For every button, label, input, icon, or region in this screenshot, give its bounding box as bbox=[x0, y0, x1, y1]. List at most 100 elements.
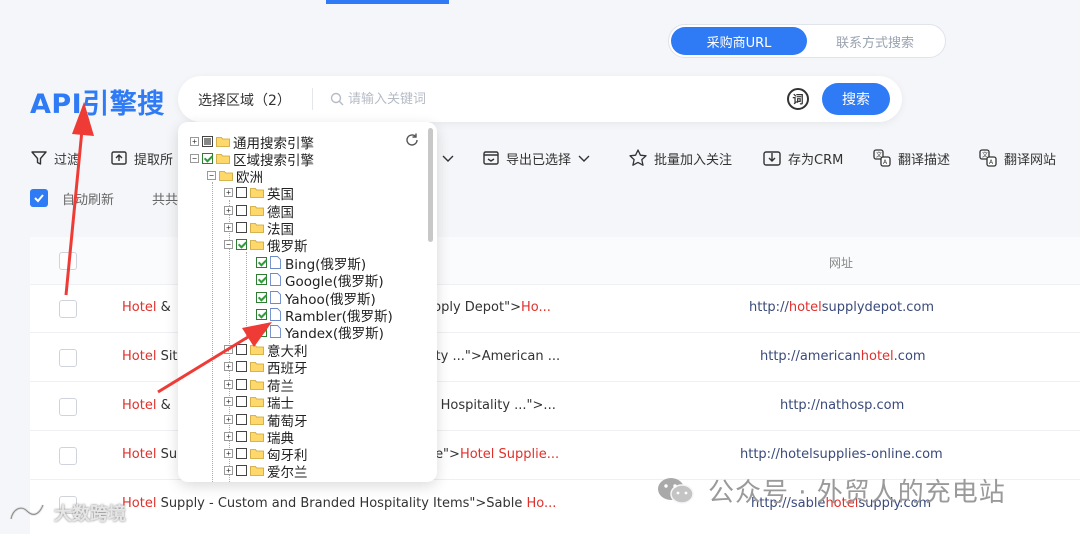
tree-node-country[interactable]: + 西班牙 bbox=[224, 358, 308, 377]
translate-description-button[interactable]: 文A 翻译描述 bbox=[872, 146, 950, 170]
tree-checkbox[interactable] bbox=[236, 187, 247, 198]
expand-icon[interactable]: + bbox=[224, 345, 233, 354]
url-cell[interactable]: http://nathosp.com bbox=[780, 398, 904, 413]
tree-checkbox[interactable] bbox=[236, 222, 247, 233]
page-icon bbox=[270, 308, 281, 321]
tree-node-regional[interactable]: − 区域搜索引擎 bbox=[190, 150, 314, 169]
extract-button[interactable]: 提取所 bbox=[110, 146, 173, 170]
top-tab-indicator bbox=[0, 0, 1080, 4]
search-button[interactable]: 搜索 bbox=[822, 83, 890, 115]
tree-checkbox[interactable] bbox=[236, 379, 247, 390]
tree-checkbox[interactable] bbox=[236, 414, 247, 425]
auto-refresh-checkbox[interactable] bbox=[30, 189, 48, 207]
tree-checkbox[interactable] bbox=[236, 431, 247, 442]
export-selected-button[interactable]: 导出已选择 bbox=[482, 146, 597, 170]
title-cell[interactable]: Hotel Supply - Custom and Branded Hospit… bbox=[122, 496, 556, 511]
batch-follow-button[interactable]: 批量加入关注 bbox=[628, 146, 732, 170]
region-select-button[interactable]: 选择区域（2） bbox=[198, 90, 291, 110]
tree-checkbox[interactable] bbox=[256, 309, 267, 320]
tree-checkbox[interactable] bbox=[236, 205, 247, 216]
tree-node-country[interactable]: + 瑞士 bbox=[224, 393, 294, 412]
folder-icon bbox=[216, 154, 230, 164]
tree-scrollbar[interactable] bbox=[428, 128, 433, 242]
expand-icon[interactable]: + bbox=[224, 466, 233, 475]
tree-node-general[interactable]: + 通用搜索引擎 bbox=[190, 133, 314, 152]
dropdown-chevron[interactable] bbox=[441, 146, 461, 170]
translate-website-button[interactable]: 文A 翻译网站 bbox=[978, 146, 1056, 170]
expand-icon[interactable]: + bbox=[190, 137, 199, 146]
options-row: 自动刷新 共共 bbox=[30, 188, 178, 208]
tree-node-country[interactable]: + 意大利 bbox=[224, 341, 308, 360]
search-mode-toggle[interactable]: 采购商URL 联系方式搜索 bbox=[668, 24, 946, 58]
collapse-icon[interactable]: − bbox=[190, 154, 199, 163]
tree-checkbox[interactable] bbox=[236, 448, 247, 459]
brand-logo-icon bbox=[9, 504, 45, 520]
tree-node-country[interactable]: + 法国 bbox=[224, 219, 294, 238]
total-count-label: 共共 bbox=[152, 192, 179, 208]
tree-connector bbox=[246, 252, 247, 340]
expand-icon[interactable]: + bbox=[224, 449, 233, 458]
tree-node-engine[interactable]: Bing(俄罗斯) bbox=[256, 254, 366, 273]
filter-button[interactable]: 过滤 bbox=[30, 146, 80, 170]
save-crm-button[interactable]: 存为CRM bbox=[762, 146, 843, 170]
tree-node-country[interactable]: + 爱尔兰 bbox=[224, 462, 308, 481]
tree-node-engine[interactable]: Rambler(俄罗斯) bbox=[256, 306, 393, 325]
folder-icon bbox=[250, 240, 264, 250]
expand-icon[interactable]: + bbox=[224, 223, 233, 232]
search-input[interactable] bbox=[348, 88, 768, 110]
extract-label: 提取所 bbox=[134, 152, 174, 168]
tree-node-country[interactable]: + 荷兰 bbox=[224, 376, 294, 395]
tree-checkbox[interactable] bbox=[202, 153, 213, 164]
tree-checkbox[interactable] bbox=[256, 292, 267, 303]
tree-checkbox[interactable] bbox=[202, 136, 213, 147]
chevron-down-icon bbox=[578, 155, 590, 162]
url-cell[interactable]: http://hotelsupplies-online.com bbox=[740, 447, 943, 462]
tab-contact-search[interactable]: 联系方式搜索 bbox=[807, 27, 943, 55]
folder-icon bbox=[219, 171, 233, 181]
collapse-icon[interactable]: − bbox=[224, 240, 233, 249]
tree-checkbox[interactable] bbox=[256, 274, 267, 285]
url-column-header: 网址 bbox=[829, 256, 854, 270]
url-cell[interactable]: http://hotelsupplydepot.com bbox=[749, 300, 934, 315]
tree-node-engine[interactable]: Google(俄罗斯) bbox=[256, 271, 384, 290]
expand-icon[interactable]: + bbox=[224, 415, 233, 424]
expand-icon[interactable]: + bbox=[224, 432, 233, 441]
folder-icon bbox=[250, 432, 264, 442]
tree-node-europe[interactable]: − 欧洲 bbox=[207, 167, 263, 186]
tree-checkbox[interactable] bbox=[236, 344, 247, 355]
url-cell[interactable]: http://americanhotel.com bbox=[760, 349, 926, 364]
extract-icon bbox=[111, 151, 127, 165]
tree-checkbox[interactable] bbox=[256, 326, 267, 337]
tree-node-country[interactable]: + 英国 bbox=[224, 184, 294, 203]
translate-icon: 文A bbox=[873, 149, 891, 167]
row-checkbox[interactable] bbox=[59, 447, 77, 465]
dictionary-button[interactable]: 词 bbox=[787, 88, 809, 110]
tree-checkbox[interactable] bbox=[236, 361, 247, 372]
refresh-icon[interactable] bbox=[404, 132, 420, 152]
row-checkbox[interactable] bbox=[59, 398, 77, 416]
tree-node-country[interactable]: + 瑞典 bbox=[224, 428, 294, 447]
tree-node-engine[interactable]: Yahoo(俄罗斯) bbox=[256, 289, 376, 308]
collapse-icon[interactable]: − bbox=[207, 171, 216, 180]
save-crm-label: 存为CRM bbox=[788, 152, 844, 168]
tree-node-country[interactable]: + 匈牙利 bbox=[224, 445, 308, 464]
translate-description-label: 翻译描述 bbox=[898, 152, 951, 168]
row-checkbox[interactable] bbox=[59, 349, 77, 367]
expand-icon[interactable]: + bbox=[224, 188, 233, 197]
tree-node-country[interactable]: + 德国 bbox=[224, 202, 294, 221]
expand-icon[interactable]: + bbox=[224, 362, 233, 371]
expand-icon[interactable]: + bbox=[224, 397, 233, 406]
expand-icon[interactable]: + bbox=[224, 380, 233, 389]
tab-buyer-url[interactable]: 采购商URL bbox=[671, 27, 807, 55]
tree-node-engine[interactable]: Yandex(俄罗斯) bbox=[256, 323, 384, 342]
expand-icon[interactable]: + bbox=[224, 206, 233, 215]
select-all-checkbox[interactable] bbox=[59, 252, 77, 270]
tree-checkbox[interactable] bbox=[236, 396, 247, 407]
tree-checkbox[interactable] bbox=[256, 257, 267, 268]
tree-node-russia[interactable]: − 俄罗斯 bbox=[224, 236, 308, 255]
save-crm-icon bbox=[763, 151, 781, 166]
tree-checkbox[interactable] bbox=[236, 239, 247, 250]
row-checkbox[interactable] bbox=[59, 300, 77, 318]
tree-checkbox[interactable] bbox=[236, 465, 247, 476]
tree-node-country[interactable]: + 葡萄牙 bbox=[224, 411, 308, 430]
